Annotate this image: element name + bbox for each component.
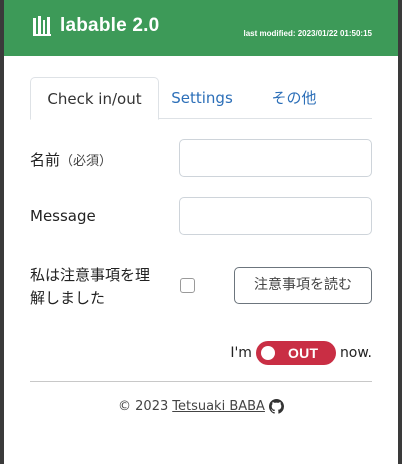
in-out-toggle[interactable]: OUT (255, 341, 336, 365)
name-required-note: （必須） (60, 154, 113, 169)
name-label-text: 名前 (30, 151, 61, 169)
message-label: Message (30, 207, 96, 225)
agree-label-line2: 解しました (30, 289, 106, 307)
bookshelf-icon (33, 16, 51, 36)
last-modified-text: last modified: 2023/01/22 01:50:15 (243, 29, 372, 38)
tab-settings[interactable]: Settings (166, 77, 238, 119)
agree-label-line1: 私は注意事項を理 (30, 266, 151, 284)
tab-other[interactable]: その他 (258, 77, 330, 119)
footer: © 2023 Tetsuaki BABA (4, 399, 398, 414)
tab-bar: Check in/out Settings その他 (30, 77, 372, 120)
status-row: I'm OUT now. (230, 341, 372, 365)
message-input[interactable] (179, 197, 372, 235)
app-title: labable 2.0 (60, 15, 160, 36)
toggle-label: OUT (287, 345, 319, 361)
name-input[interactable] (179, 139, 372, 177)
status-suffix: now. (339, 345, 372, 361)
tab-check-in-out[interactable]: Check in/out (30, 77, 159, 120)
name-label: 名前（必須） (30, 149, 112, 170)
toggle-knob (260, 346, 275, 360)
status-prefix: I'm (230, 345, 252, 361)
app-window: labable 2.0 last modified: 2023/01/22 01… (4, 0, 398, 464)
brand[interactable]: labable 2.0 (33, 15, 159, 37)
copyright-text: © 2023 (118, 399, 169, 414)
author-link[interactable]: Tetsuaki BABA (172, 399, 265, 414)
github-icon[interactable] (268, 399, 284, 414)
header-bar: labable 2.0 last modified: 2023/01/22 01… (4, 0, 398, 56)
footer-divider (30, 381, 372, 382)
agree-label: 私は注意事項を理 解しました (30, 264, 150, 310)
agree-checkbox[interactable] (180, 278, 195, 293)
read-notes-button[interactable]: 注意事項を読む (234, 267, 372, 304)
